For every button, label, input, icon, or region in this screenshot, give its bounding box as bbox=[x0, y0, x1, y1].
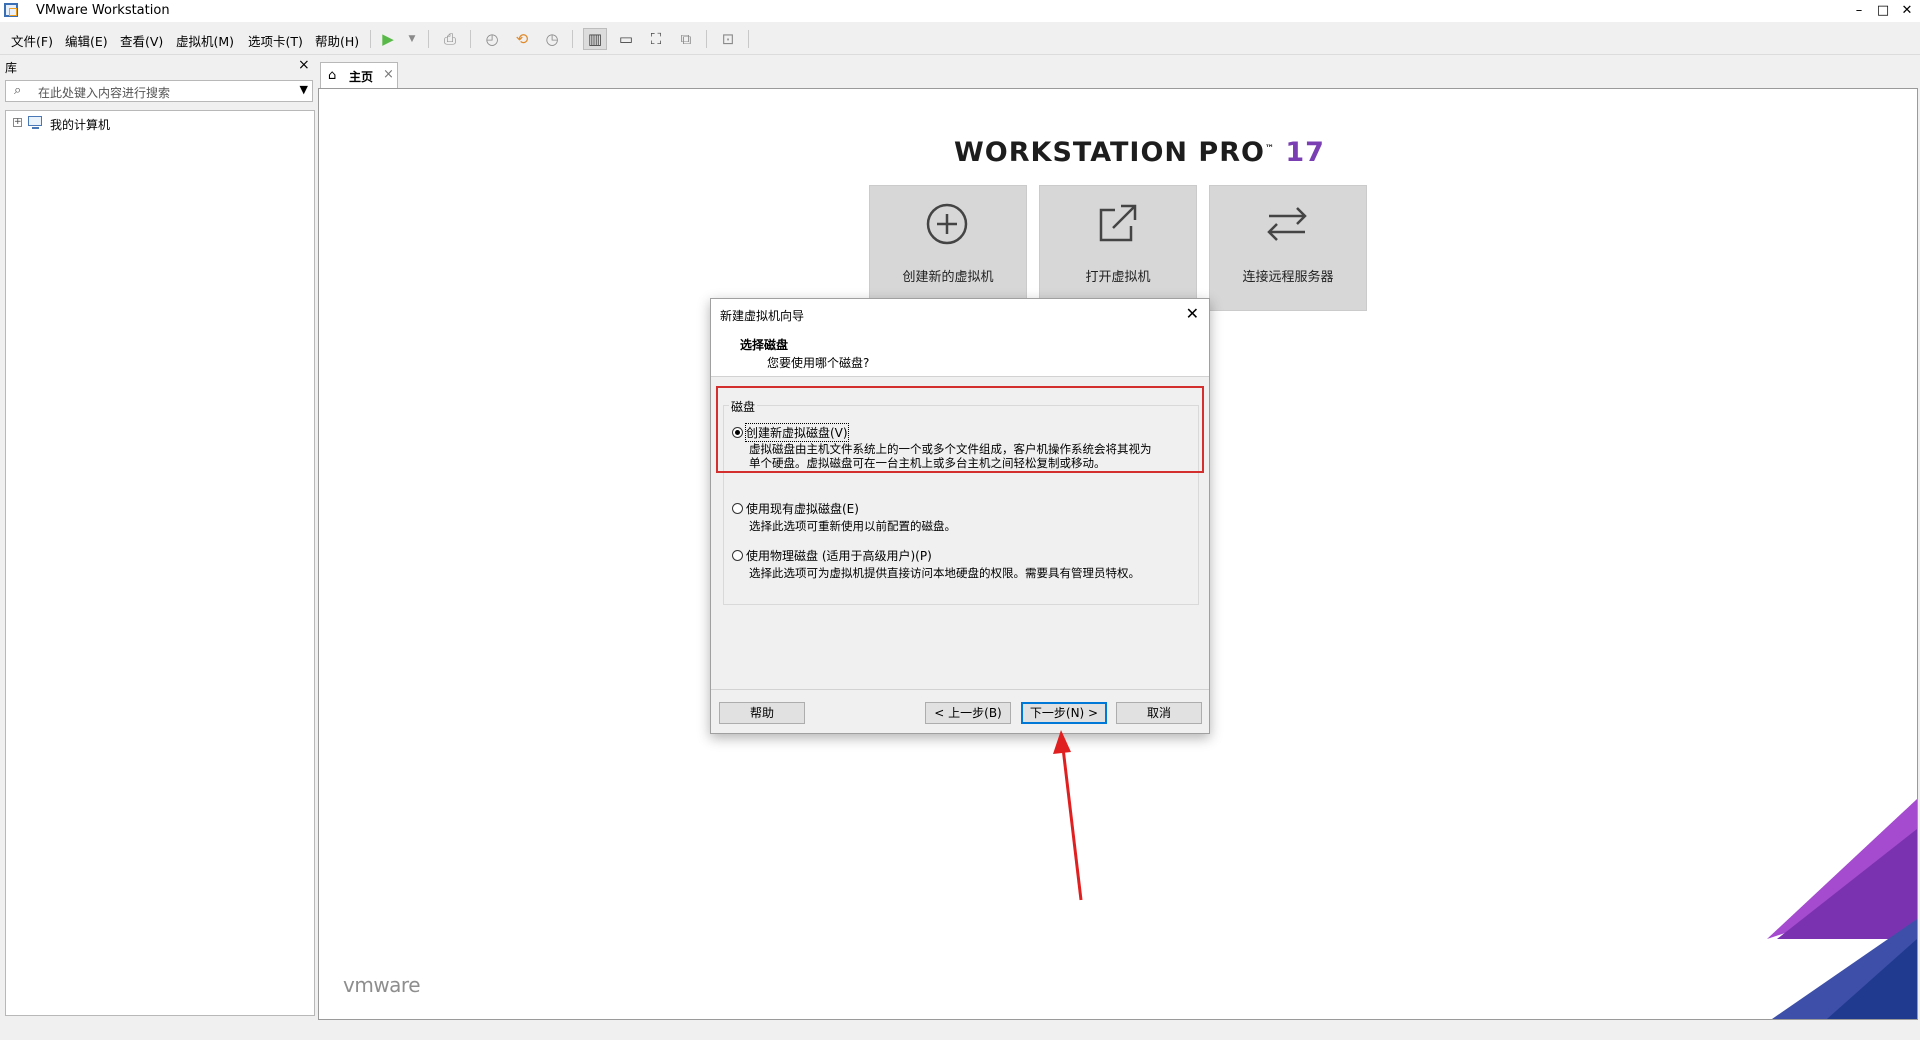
cancel-button[interactable]: 取消 bbox=[1116, 702, 1202, 724]
product-brand: WORKSTATION PRO™ 17 bbox=[954, 137, 1325, 168]
back-button[interactable]: < 上一步(B) bbox=[925, 702, 1011, 724]
unity-icon[interactable]: ⧉ bbox=[674, 28, 698, 50]
connect-server-label: 连接远程服务器 bbox=[1242, 270, 1334, 285]
dialog-subheading: 您要使用哪个磁盘? bbox=[767, 356, 870, 370]
menu-vm[interactable]: 虚拟机(M) bbox=[176, 31, 234, 50]
title-bar: VMware Workstation – □ ✕ bbox=[0, 0, 1920, 22]
close-window-button[interactable]: ✕ bbox=[1896, 1, 1918, 21]
home-icon: ⌂ bbox=[328, 68, 337, 83]
library-close-button[interactable]: × bbox=[298, 57, 310, 73]
computer-icon bbox=[28, 116, 42, 129]
revert-snapshot-icon[interactable]: ⟲ bbox=[510, 28, 534, 50]
tab-home-label: 主页 bbox=[349, 70, 374, 84]
toolbar-separator bbox=[748, 30, 749, 48]
power-on-icon[interactable]: ▶ bbox=[376, 28, 400, 50]
option-use-existing-disk-desc: 选择此选项可重新使用以前配置的磁盘。 bbox=[749, 519, 956, 533]
new-vm-wizard-dialog: 新建虚拟机向导 ✕ 选择磁盘 您要使用哪个磁盘? 磁盘 创建新虚拟磁盘(V) 虚… bbox=[710, 298, 1210, 734]
snapshot-icon[interactable]: ◴ bbox=[480, 28, 504, 50]
dialog-title: 新建虚拟机向导 bbox=[720, 309, 805, 323]
dialog-titlebar: 新建虚拟机向导 ✕ bbox=[711, 299, 1209, 329]
open-external-icon bbox=[1099, 204, 1137, 242]
minimize-button[interactable]: – bbox=[1848, 1, 1870, 21]
library-tree: + 我的计算机 bbox=[5, 110, 315, 1016]
help-button[interactable]: 帮助 bbox=[719, 702, 805, 724]
search-placeholder: 在此处键入内容进行搜索 bbox=[38, 86, 171, 100]
toolbar-separator bbox=[370, 30, 371, 48]
toolbar-separator bbox=[572, 30, 573, 48]
highlight-box bbox=[716, 386, 1204, 473]
search-icon: ⌕ bbox=[14, 83, 22, 98]
annotation-arrow bbox=[1053, 730, 1083, 901]
tree-item-my-computer[interactable]: 我的计算机 bbox=[50, 116, 110, 133]
brand-tm: ™ bbox=[1264, 144, 1275, 154]
radio-use-physical-disk[interactable] bbox=[732, 550, 743, 561]
toolbar-separator bbox=[428, 30, 429, 48]
tab-home[interactable]: ⌂ 主页 × bbox=[320, 62, 398, 88]
connect-server-card[interactable]: 连接远程服务器 bbox=[1209, 185, 1367, 311]
option-use-physical-disk-label[interactable]: 使用物理磁盘 (适用于高级用户)(P) bbox=[746, 547, 932, 564]
library-search-input[interactable]: ⌕ 在此处键入内容进行搜索 ▼ bbox=[5, 80, 313, 102]
swap-arrows-icon bbox=[1267, 207, 1307, 241]
open-vm-card[interactable]: 打开虚拟机 bbox=[1039, 185, 1197, 311]
menu-help[interactable]: 帮助(H) bbox=[315, 31, 359, 50]
dialog-close-button[interactable]: ✕ bbox=[1186, 304, 1199, 323]
window-title: VMware Workstation bbox=[36, 3, 170, 18]
maximize-button[interactable]: □ bbox=[1872, 1, 1894, 21]
menu-file[interactable]: 文件(F) bbox=[11, 31, 53, 50]
thumbnail-bar-icon[interactable]: ▭ bbox=[614, 28, 638, 50]
next-button[interactable]: 下一步(N) > bbox=[1021, 702, 1107, 724]
search-dropdown-icon[interactable]: ▼ bbox=[300, 83, 308, 96]
library-title: 库 bbox=[5, 61, 18, 75]
create-vm-label: 创建新的虚拟机 bbox=[902, 270, 994, 285]
brand-name: WORKSTATION PRO bbox=[954, 137, 1265, 168]
send-ctrl-alt-del-icon[interactable]: ⎙ bbox=[438, 28, 462, 50]
decorative-triangles bbox=[1767, 799, 1917, 1019]
menu-tabs[interactable]: 选项卡(T) bbox=[248, 31, 303, 50]
menu-bar: 文件(F) 编辑(E) 查看(V) 虚拟机(M) 选项卡(T) 帮助(H) ▶ … bbox=[0, 24, 1920, 55]
status-bar bbox=[0, 1020, 1920, 1040]
vmware-app-icon bbox=[4, 3, 18, 17]
snapshot-manager-icon[interactable]: ◷ bbox=[540, 28, 564, 50]
dialog-footer-separator bbox=[711, 689, 1209, 690]
option-use-existing-disk-label[interactable]: 使用现有虚拟磁盘(E) bbox=[746, 500, 859, 517]
show-library-icon[interactable]: ▥ bbox=[583, 28, 607, 50]
create-vm-card[interactable]: 创建新的虚拟机 bbox=[869, 185, 1027, 311]
brand-version: 17 bbox=[1285, 137, 1325, 168]
tab-close-icon[interactable]: × bbox=[383, 67, 394, 82]
toolbar-separator bbox=[706, 30, 707, 48]
dialog-header: 选择磁盘 您要使用哪个磁盘? bbox=[711, 329, 1209, 377]
library-header: 库 × bbox=[0, 56, 316, 76]
power-dropdown-icon[interactable]: ▼ bbox=[400, 28, 424, 50]
radio-use-existing-disk[interactable] bbox=[732, 503, 743, 514]
tree-expand-icon[interactable]: + bbox=[13, 118, 22, 127]
toolbar-separator bbox=[470, 30, 471, 48]
option-use-physical-disk-desc: 选择此选项可为虚拟机提供直接访问本地硬盘的权限。需要具有管理员特权。 bbox=[749, 566, 1140, 580]
full-screen-icon[interactable]: ⛶ bbox=[644, 28, 668, 50]
vmware-logo: vmware bbox=[343, 973, 421, 997]
menu-edit[interactable]: 编辑(E) bbox=[65, 31, 108, 50]
menu-view[interactable]: 查看(V) bbox=[120, 31, 163, 50]
open-vm-label: 打开虚拟机 bbox=[1085, 270, 1151, 285]
console-view-icon[interactable]: ⊡ bbox=[716, 28, 740, 50]
plus-circle-icon bbox=[926, 203, 968, 245]
dialog-heading: 选择磁盘 bbox=[740, 338, 789, 352]
